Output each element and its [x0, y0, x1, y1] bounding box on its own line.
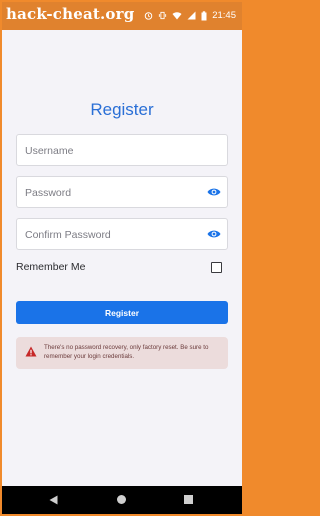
page-title: Register [90, 100, 154, 119]
warning-banner: There's no password recovery, only facto… [16, 337, 228, 369]
battery-icon [201, 10, 207, 20]
wifi-icon [172, 12, 182, 20]
password-field[interactable] [16, 176, 228, 209]
home-icon[interactable] [117, 495, 126, 504]
confirm-password-field[interactable] [16, 218, 228, 251]
vibrate-icon [159, 11, 167, 20]
status-time: 21:45 [212, 10, 236, 21]
cellular-icon [187, 11, 196, 20]
confirm-password-input[interactable] [23, 219, 207, 251]
status-bar: hack-cheat.org 21:45 [2, 2, 242, 30]
username-input[interactable] [23, 135, 207, 167]
warning-text: There's no password recovery, only facto… [44, 344, 209, 360]
warning-icon [25, 346, 37, 357]
recents-icon[interactable] [184, 495, 193, 504]
alarm-icon [144, 12, 153, 20]
show-password-eye-icon[interactable] [207, 187, 221, 197]
phone-screen: hack-cheat.org 21:45 Register Username R… [2, 2, 242, 514]
status-icons: 21:45 [144, 10, 236, 21]
show-confirm-password-eye-icon[interactable] [207, 229, 221, 239]
username-field[interactable] [16, 134, 228, 167]
password-input[interactable] [23, 177, 207, 209]
watermark-text: hack-cheat.org [6, 5, 135, 23]
register-button[interactable]: Register [16, 301, 228, 324]
navigation-bar [2, 486, 242, 514]
remember-me-checkbox[interactable] [211, 262, 222, 273]
remember-me-label: Remember Me [16, 261, 86, 273]
back-icon[interactable] [49, 495, 58, 505]
